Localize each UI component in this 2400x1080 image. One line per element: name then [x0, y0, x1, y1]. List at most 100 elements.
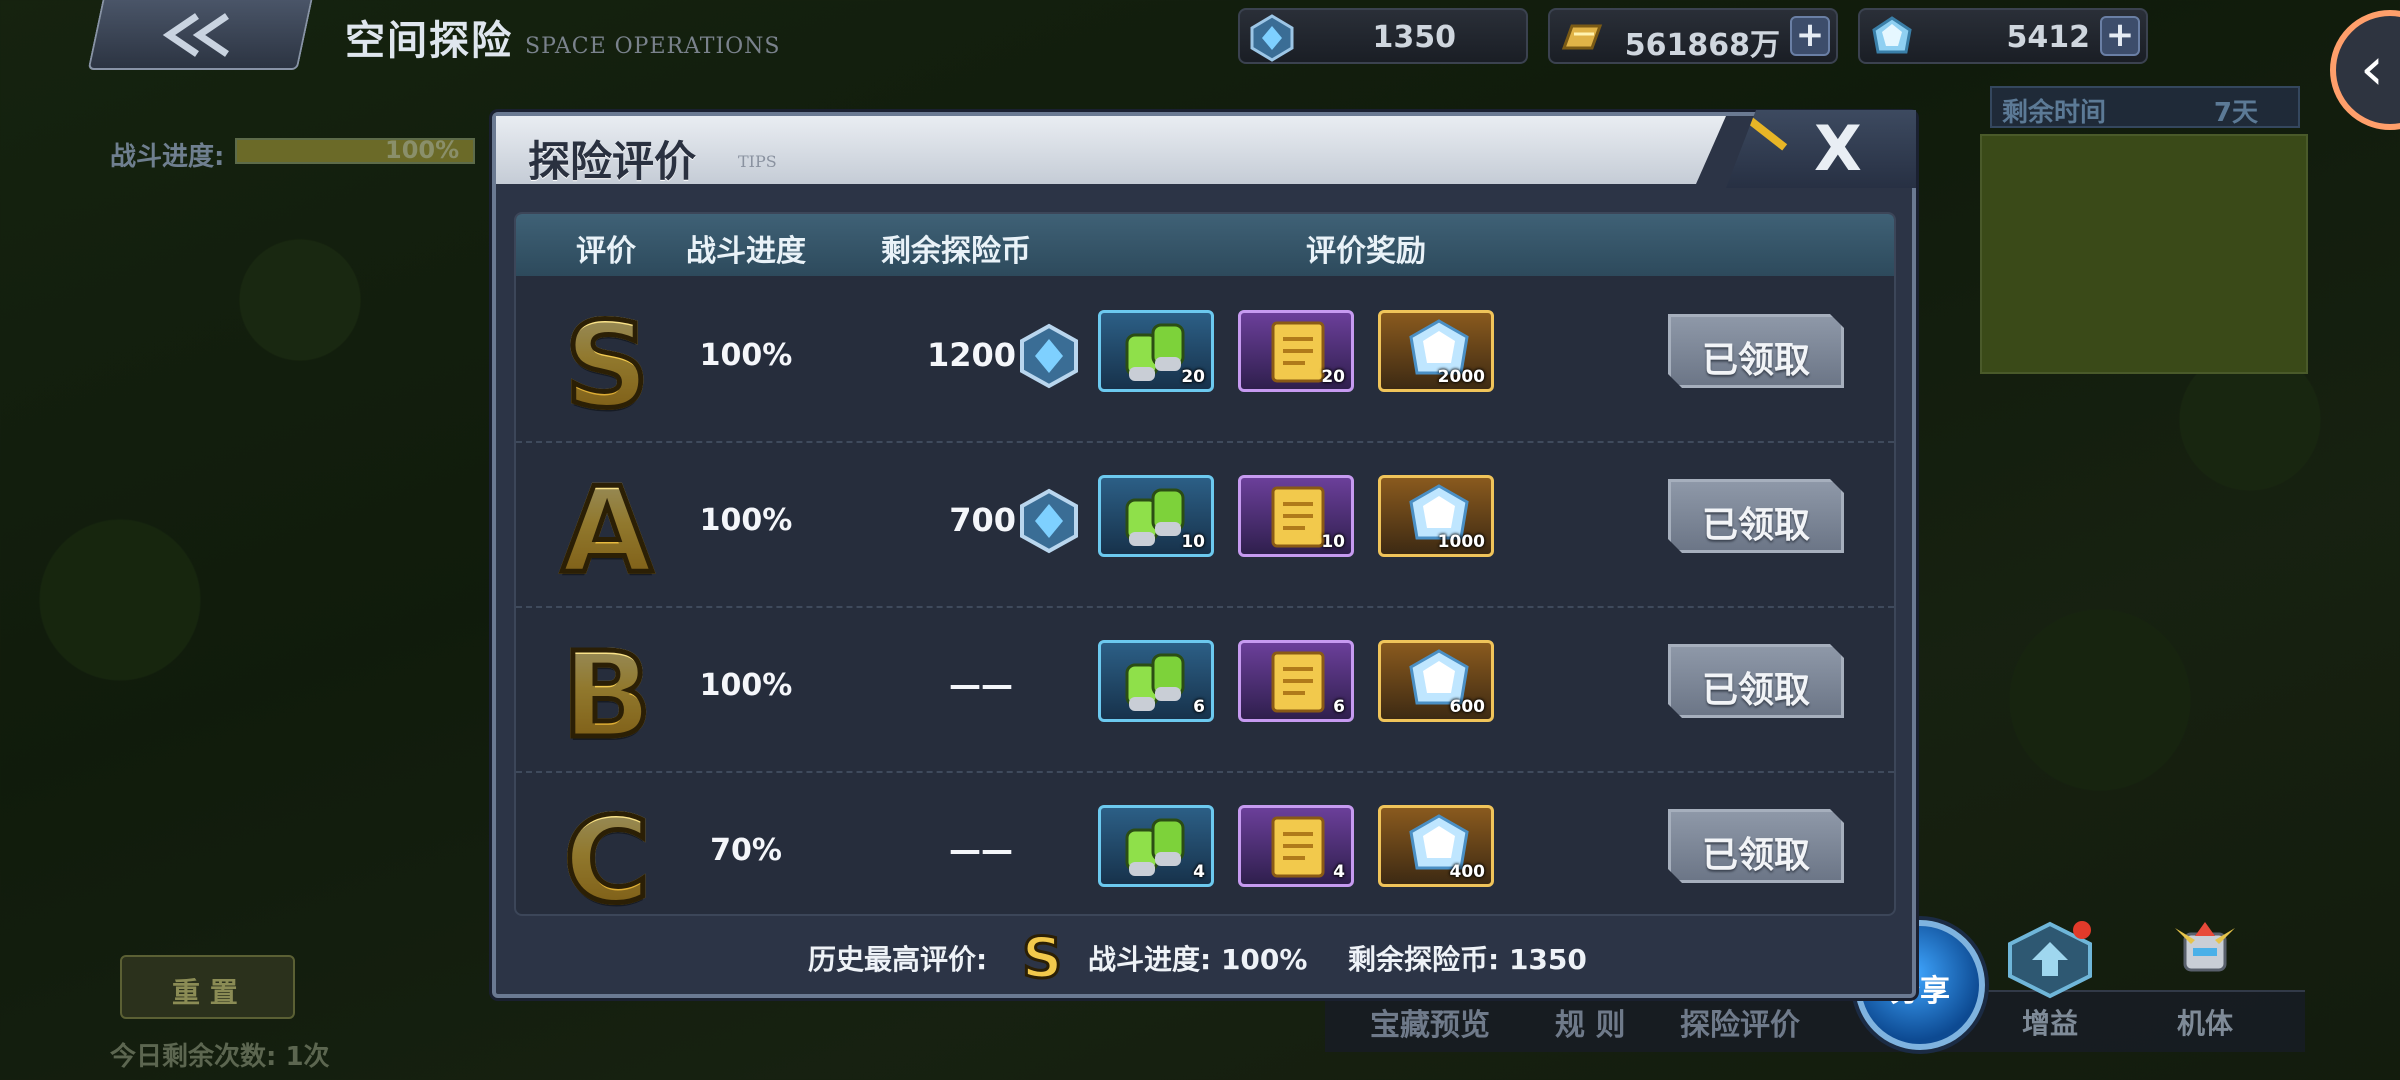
fuel-canister-reward[interactable]: 20 [1098, 310, 1214, 392]
scroll-reward[interactable]: 4 [1238, 805, 1354, 887]
mech-icon [2175, 922, 2235, 972]
reset-button[interactable]: 重 置 [120, 955, 295, 1019]
claimed-button[interactable]: 已领取 [1668, 809, 1844, 883]
crystal-reward[interactable]: 1000 [1378, 475, 1494, 557]
close-stripe-decoration [1742, 113, 1788, 151]
row-coins: —— [949, 666, 1013, 704]
crystal-icon [1872, 16, 1912, 54]
row-progress: 100% [699, 668, 793, 703]
reward-quantity: 2000 [1437, 367, 1485, 387]
fuel-canister-reward[interactable]: 4 [1098, 805, 1214, 887]
column-header-progress: 战斗进度 [686, 234, 806, 269]
minimap[interactable] [1980, 134, 2308, 374]
reward-quantity: 6 [1333, 697, 1345, 717]
table-header: 评价 战斗进度 剩余探险币 评价奖励 [516, 214, 1894, 276]
bg-battle-progress-label: 战斗进度: [110, 142, 225, 172]
reward-quantity: 4 [1333, 862, 1345, 882]
reward-quantity: 400 [1449, 862, 1486, 882]
fuel-canister-reward[interactable]: 10 [1098, 475, 1214, 557]
resource-crystal: 5412 + [1858, 8, 2148, 64]
crystal-reward[interactable]: 2000 [1378, 310, 1494, 392]
rating-row: B 100% —— 6 6 600 已领取 [516, 608, 1894, 773]
row-progress: 70% [710, 833, 782, 868]
grade-letter: B [542, 628, 672, 763]
column-header-reward: 评价奖励 [1306, 234, 1426, 269]
exploration-coin-icon [1250, 14, 1294, 62]
column-header-grade: 评价 [576, 234, 636, 269]
row-coins: 700 [949, 501, 1016, 539]
column-header-coins: 剩余探险币 [881, 234, 1031, 269]
daily-remaining-text: 今日剩余次数: 1次 [110, 1042, 330, 1072]
grade-letter: C [542, 793, 672, 915]
scroll-reward[interactable]: 10 [1238, 475, 1354, 557]
page-subtitle: SPACE OPERATIONS [525, 34, 781, 59]
reward-quantity: 10 [1321, 532, 1345, 552]
reward-quantity: 20 [1321, 367, 1345, 387]
remaining-time-value: 7天 [2213, 98, 2258, 128]
close-button[interactable]: X [1726, 110, 1916, 188]
rating-table: 评价 战斗进度 剩余探险币 评价奖励 S 100% 1200 20 20 2000 已领取 A… [514, 212, 1896, 916]
boost-icon [2008, 921, 2092, 999]
claimed-button[interactable]: 已领取 [1668, 314, 1844, 388]
fuel-canister-reward[interactable]: 6 [1098, 640, 1214, 722]
reward-quantity: 6 [1193, 697, 1205, 717]
gold-value: 561868万 [1624, 28, 1780, 63]
back-button[interactable] [87, 0, 313, 70]
best-progress-text: 战斗进度: 100% [1088, 943, 1308, 976]
best-coins-text: 剩余探险币: 1350 [1348, 943, 1587, 976]
grade-letter: A [542, 463, 672, 598]
row-progress: 100% [699, 503, 793, 538]
crystal-add-button[interactable]: + [2100, 16, 2140, 56]
resource-exploration-coin: 1350 [1238, 8, 1528, 64]
crystal-reward[interactable]: 600 [1378, 640, 1494, 722]
mech-label: 机体 [2177, 1007, 2234, 1040]
claimed-button-label: 已领取 [1701, 505, 1810, 546]
claimed-button-label: 已领取 [1701, 340, 1810, 381]
gold-bar-icon [1561, 24, 1603, 50]
chevron-left-icon: ‹ [2360, 34, 2384, 104]
modal-footer: 历史最高评价: S 战斗进度: 100% 剩余探险币: 1350 [496, 925, 1912, 993]
exploration-coin-icon [1016, 323, 1082, 389]
grade-letter: S [542, 298, 672, 433]
claimed-button[interactable]: 已领取 [1668, 644, 1844, 718]
rating-modal: 探险评价 TIPS X 评价 战斗进度 剩余探险币 评价奖励 S 100% 1200… [492, 110, 1916, 998]
claimed-button-label: 已领取 [1701, 835, 1810, 876]
remaining-time-box: 剩余时间 7天 [1990, 86, 2300, 128]
bg-battle-progress-value: 100% [385, 136, 460, 164]
reward-quantity: 20 [1181, 367, 1205, 387]
gold-add-button[interactable]: + [1790, 16, 1830, 56]
claimed-button[interactable]: 已领取 [1668, 479, 1844, 553]
tab-rules[interactable]: 规 则 [1555, 1000, 1625, 1044]
remaining-time-label: 剩余时间 [2002, 98, 2107, 128]
page-title: 空间探险 [345, 18, 513, 64]
top-hud: 空间探险 SPACE OPERATIONS 1350 561868万 + 541… [0, 0, 2400, 130]
tab-exploration-rating[interactable]: 探险评价 [1680, 1000, 1800, 1044]
rating-row: S 100% 1200 20 20 2000 已领取 [516, 278, 1894, 443]
boost-button[interactable]: 增益 [2000, 920, 2100, 1040]
exploration-coin-icon [1016, 488, 1082, 554]
rating-row: C 70% —— 4 4 400 已领取 [516, 773, 1894, 915]
row-coins: —— [949, 831, 1013, 869]
row-progress: 100% [699, 338, 793, 373]
crystal-value: 5412 [2006, 20, 2091, 55]
reset-button-label: 重 置 [172, 976, 238, 1009]
crystal-reward[interactable]: 400 [1378, 805, 1494, 887]
best-rating-grade: S [1020, 925, 1063, 993]
rating-row: A 100% 700 10 10 1000 已领取 [516, 443, 1894, 608]
tab-treasure-preview[interactable]: 宝藏预览 [1370, 1000, 1490, 1044]
row-coins: 1200 [926, 336, 1016, 374]
reward-quantity: 1000 [1437, 532, 1485, 552]
close-icon: X [1814, 112, 1862, 185]
claimed-button-label: 已领取 [1701, 670, 1810, 711]
scroll-reward[interactable]: 20 [1238, 310, 1354, 392]
best-rating-label: 历史最高评价: [808, 943, 988, 976]
exploration-coin-value: 1350 [1372, 20, 1457, 55]
reward-quantity: 10 [1181, 532, 1205, 552]
reward-quantity: 600 [1449, 697, 1486, 717]
mech-button[interactable]: 机体 [2155, 920, 2255, 1040]
resource-gold: 561868万 + [1548, 8, 1838, 64]
double-chevron-left-icon [162, 13, 229, 57]
scroll-reward[interactable]: 6 [1238, 640, 1354, 722]
modal-title: 探险评价 [528, 137, 697, 186]
boost-label: 增益 [2022, 1007, 2079, 1040]
